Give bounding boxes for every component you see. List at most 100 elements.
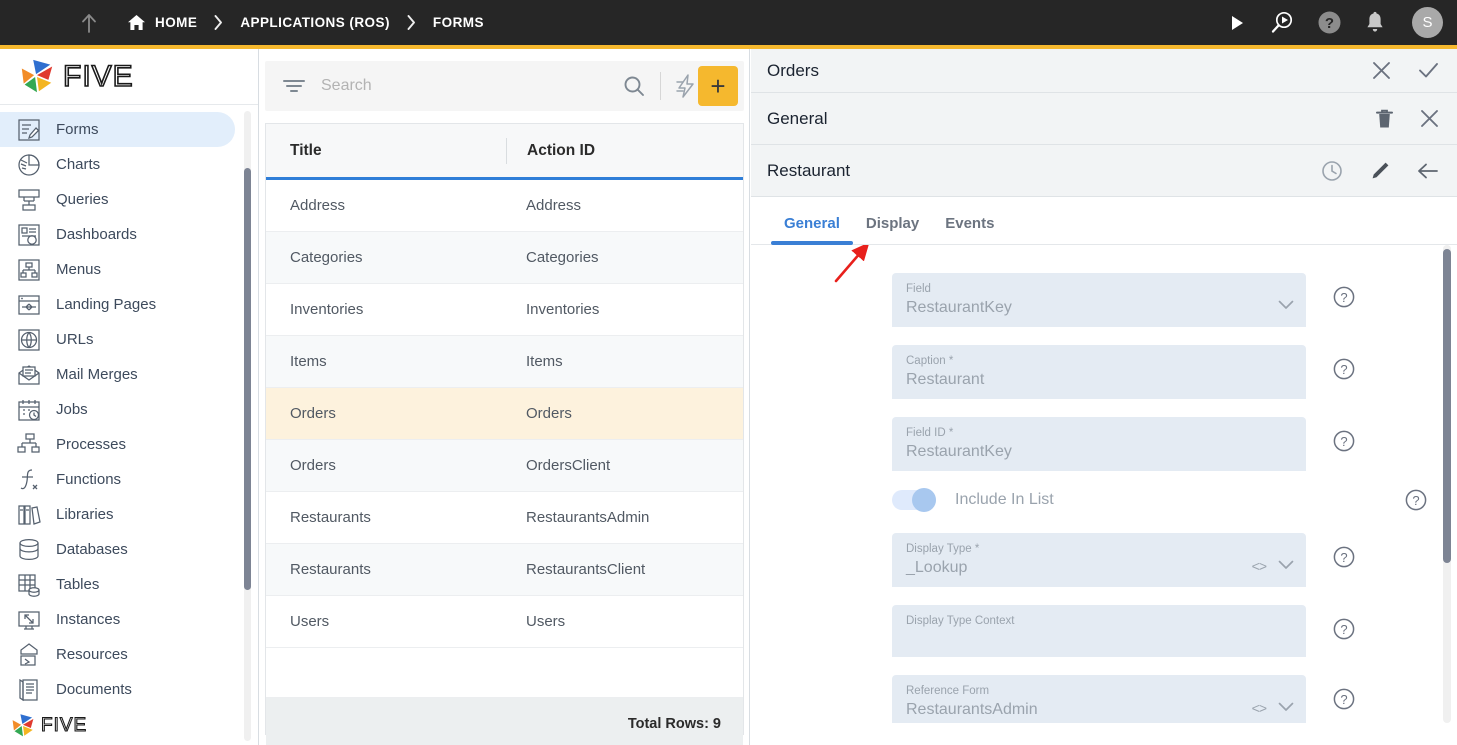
table-row[interactable]: Restaurants RestaurantsAdmin — [266, 492, 743, 544]
history-clock-icon[interactable] — [1321, 160, 1343, 182]
field-field-id[interactable]: Field ID * RestaurantKey — [892, 417, 1306, 471]
column-header-title[interactable]: Title — [266, 142, 506, 160]
sidebar-item-libraries[interactable]: Libraries — [0, 497, 235, 532]
sidebar-item-label: Tables — [56, 576, 100, 593]
sidebar-item-resources[interactable]: Resources — [0, 637, 235, 672]
sidebar-item-charts[interactable]: Charts — [0, 147, 235, 182]
up-arrow-icon[interactable] — [78, 12, 100, 34]
app-logo[interactable]: FIVE — [0, 49, 258, 105]
breadcrumb-item-home[interactable]: HOME — [127, 14, 197, 31]
help-icon[interactable]: ? — [1317, 10, 1342, 35]
sidebar-item-label: Mail Merges — [56, 366, 138, 383]
notifications-bell-icon[interactable] — [1364, 11, 1386, 34]
general-header-actions — [1376, 109, 1439, 129]
help-circle-icon[interactable]: ? — [1333, 618, 1355, 640]
field-display-type[interactable]: Display Type * _Lookup <> — [892, 533, 1306, 587]
tab-events[interactable]: Events — [932, 215, 1007, 244]
edit-pencil-icon[interactable] — [1370, 161, 1390, 181]
help-circle-icon[interactable]: ? — [1333, 430, 1355, 452]
back-arrow-icon[interactable] — [1417, 162, 1439, 180]
tab-display[interactable]: Display — [853, 215, 932, 244]
field-reference-form[interactable]: Reference Form RestaurantsAdmin <> — [892, 675, 1306, 723]
field-display-type-context[interactable]: Display Type Context — [892, 605, 1306, 657]
tables-icon — [16, 572, 42, 598]
run-icon[interactable] — [1227, 13, 1247, 33]
delete-trash-icon[interactable] — [1376, 109, 1393, 129]
include-in-list-toggle[interactable] — [892, 488, 936, 512]
column-header-action-id[interactable]: Action ID — [506, 137, 595, 164]
forms-icon — [16, 117, 42, 143]
table-header-row: Title Action ID — [266, 124, 743, 180]
help-circle-icon[interactable]: ? — [1405, 489, 1427, 511]
sidebar-item-documents[interactable]: Documents — [0, 672, 235, 707]
confirm-check-icon[interactable] — [1418, 61, 1439, 80]
field-icons: <> — [1252, 557, 1294, 575]
sidebar-scrollbar-track[interactable] — [244, 111, 251, 741]
sidebar-item-processes[interactable]: Processes — [0, 427, 235, 462]
sidebar-item-dashboards[interactable]: Dashboards — [0, 217, 235, 252]
table-row[interactable]: Inventories Inventories — [266, 284, 743, 336]
documents-icon — [16, 677, 42, 703]
svg-text:?: ? — [1340, 290, 1347, 305]
lightning-bolt-icon[interactable] — [674, 73, 698, 99]
svg-text:?: ? — [1325, 15, 1334, 32]
avatar[interactable]: S — [1412, 7, 1443, 38]
sidebar-item-mail-merges[interactable]: Mail Merges — [0, 357, 235, 392]
sidebar-item-queries[interactable]: Queries — [0, 182, 235, 217]
sidebar-item-label: Charts — [56, 156, 101, 173]
close-icon[interactable] — [1372, 61, 1391, 80]
search-icon[interactable] — [623, 75, 645, 97]
chevron-down-icon[interactable] — [1278, 557, 1294, 575]
sidebar-item-databases[interactable]: Databases — [0, 532, 235, 567]
sidebar-item-label: Dashboards — [56, 226, 137, 243]
chevron-down-icon[interactable] — [1278, 699, 1294, 717]
detail-tabs: General Display Events — [751, 197, 1457, 245]
breadcrumb-item-forms[interactable]: FORMS — [433, 15, 484, 30]
svg-text:?: ? — [1340, 550, 1347, 565]
table-row[interactable]: Restaurants RestaurantsClient — [266, 544, 743, 596]
table-row[interactable]: Items Items — [266, 336, 743, 388]
search-input[interactable] — [321, 77, 623, 95]
sidebar-item-jobs[interactable]: Jobs — [0, 392, 235, 427]
field-caption[interactable]: Caption * Restaurant — [892, 345, 1306, 399]
top-bar-actions: ? S — [1227, 0, 1443, 45]
table-row[interactable]: Categories Categories — [266, 232, 743, 284]
detail-scrollbar-track[interactable] — [1443, 245, 1451, 723]
help-circle-icon[interactable]: ? — [1333, 546, 1355, 568]
dashboards-icon — [16, 222, 42, 248]
five-logo-icon-small — [12, 714, 34, 737]
breadcrumb-item-applications[interactable]: APPLICATIONS (ROS) — [240, 15, 390, 30]
sidebar-item-functions[interactable]: Functions — [0, 462, 235, 497]
table-row[interactable]: Address Address — [266, 180, 743, 232]
help-circle-icon[interactable]: ? — [1333, 286, 1355, 308]
cell-action-id: Orders — [526, 405, 572, 422]
sidebar-item-urls[interactable]: URLs — [0, 322, 235, 357]
debug-run-icon[interactable] — [1269, 10, 1295, 36]
sidebar-scrollbar-thumb[interactable] — [244, 168, 251, 590]
help-circle-icon[interactable]: ? — [1333, 688, 1355, 710]
field-icons: <> — [1252, 699, 1294, 717]
databases-icon — [16, 537, 42, 563]
tab-general[interactable]: General — [771, 215, 853, 245]
help-circle-icon[interactable]: ? — [1333, 358, 1355, 380]
add-form-button[interactable]: + — [698, 66, 738, 106]
cell-title: Restaurants — [290, 561, 371, 578]
hamburger-menu-icon[interactable] — [24, 14, 48, 31]
code-editor-icon[interactable]: <> — [1252, 700, 1267, 716]
table-row[interactable]: Orders Orders — [266, 388, 743, 440]
table-row[interactable]: Users Users — [266, 596, 743, 648]
sidebar-item-instances[interactable]: Instances — [0, 602, 235, 637]
field-field[interactable]: Field RestaurantKey — [892, 273, 1306, 327]
sidebar-item-label: Jobs — [56, 401, 88, 418]
close-icon[interactable] — [1420, 109, 1439, 128]
form-fields-area: Field RestaurantKey? Caption * Restaurant? F… — [751, 245, 1457, 723]
code-editor-icon[interactable]: <> — [1252, 558, 1267, 574]
sidebar-item-tables[interactable]: Tables — [0, 567, 235, 602]
sidebar-item-forms[interactable]: Forms — [0, 112, 235, 147]
table-row[interactable]: Orders OrdersClient — [266, 440, 743, 492]
filter-icon[interactable] — [283, 78, 305, 94]
detail-scrollbar-thumb[interactable] — [1443, 249, 1451, 563]
sidebar-item-menus[interactable]: Menus — [0, 252, 235, 287]
chevron-down-icon[interactable] — [1278, 297, 1294, 315]
sidebar-item-landing-pages[interactable]: Landing Pages — [0, 287, 235, 322]
